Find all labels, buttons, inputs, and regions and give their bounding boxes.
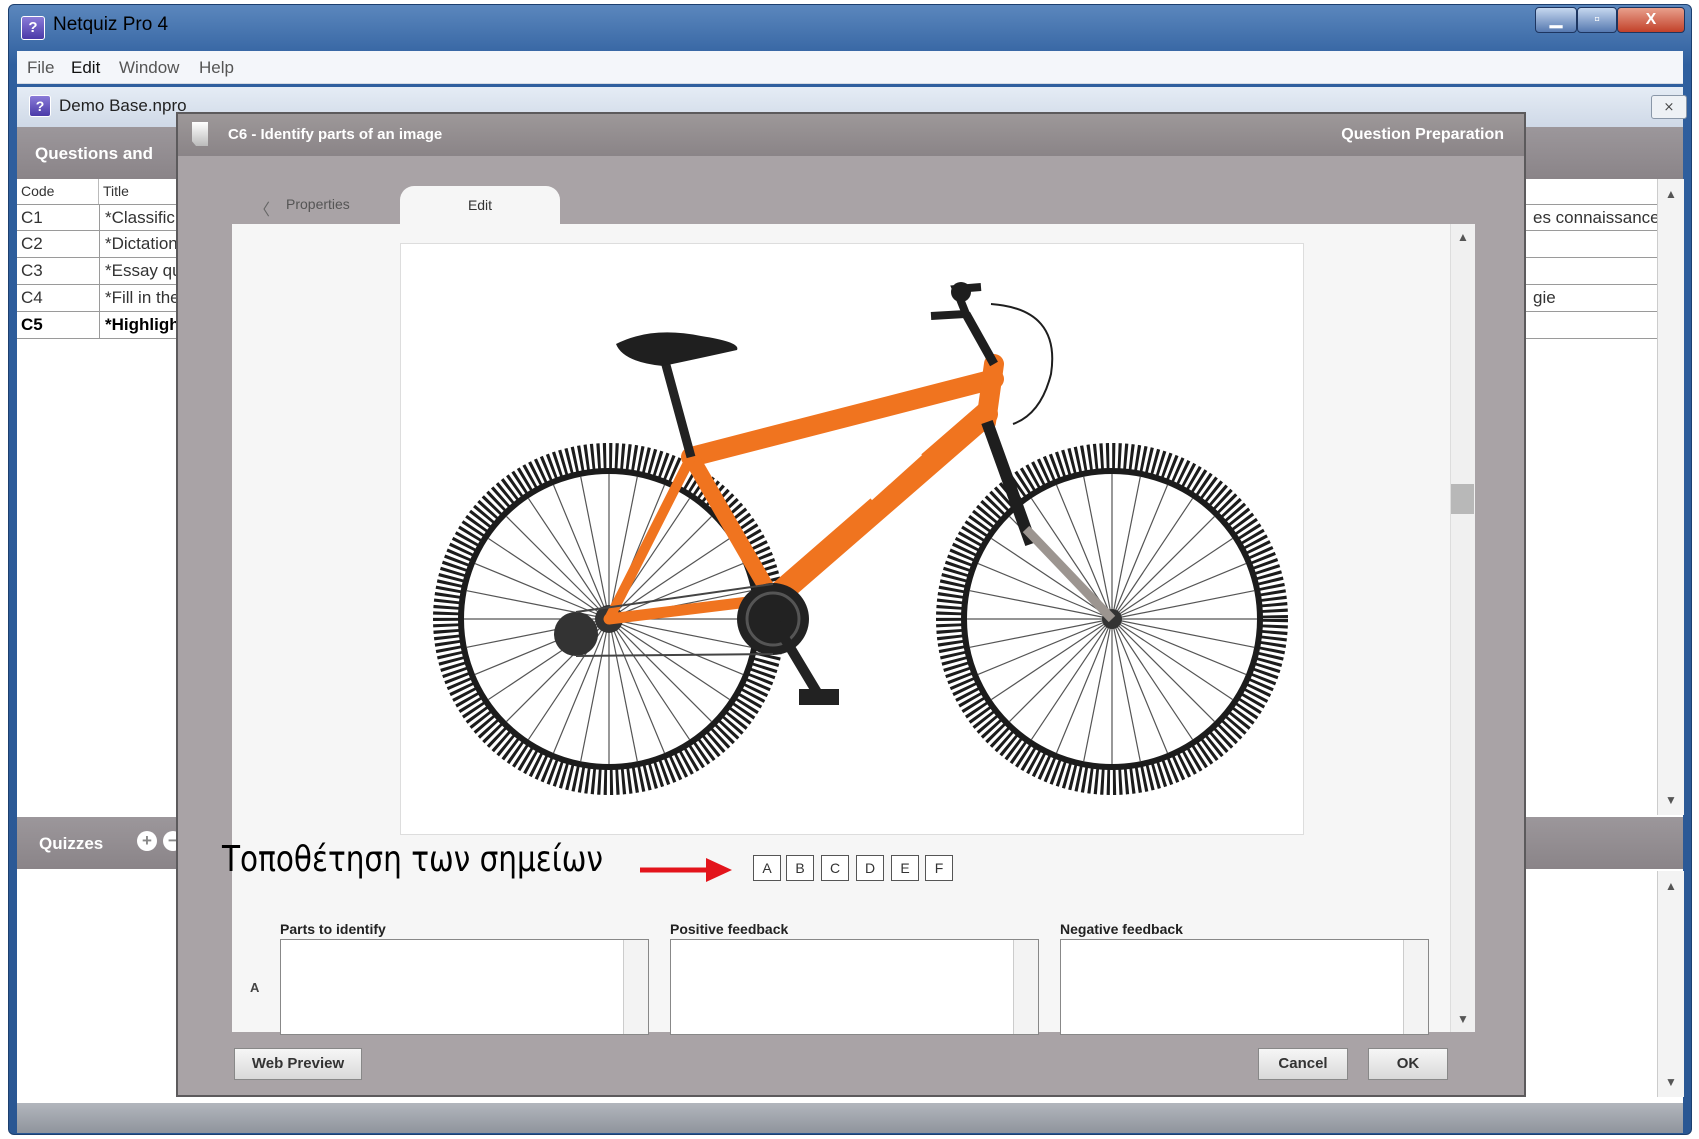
row-code: C4 [21, 288, 43, 307]
marker-b-button[interactable]: B [786, 855, 814, 881]
quizzes-scrollbar[interactable]: ▲ ▼ [1657, 871, 1684, 1097]
document-icon: ? [29, 95, 51, 117]
marker-f-button[interactable]: F [925, 855, 953, 881]
marker-a-button[interactable]: A [753, 855, 781, 881]
document-title[interactable]: Demo Base.npro [59, 96, 187, 116]
close-window-button[interactable]: X [1617, 7, 1685, 33]
bicycle-image [433, 282, 1288, 795]
row-divider [99, 231, 100, 258]
cancel-button[interactable]: Cancel [1258, 1048, 1348, 1080]
marker-e-button[interactable]: E [891, 855, 919, 881]
status-bar [17, 1103, 1683, 1133]
edit-panel: Τοποθέτηση των σημείων A B C D E F Parts… [222, 224, 1475, 1035]
row-code: C1 [21, 208, 43, 227]
tab-back-icon[interactable]: 〈 [254, 196, 270, 220]
title-bar: ? Netquiz Pro 4 ▁ ▫ X [9, 5, 1691, 47]
marker-d-button[interactable]: D [856, 855, 884, 881]
scroll-down-icon[interactable]: ▼ [1658, 1075, 1684, 1089]
row-divider [99, 312, 100, 339]
negative-feedback-label: Negative feedback [1060, 921, 1183, 937]
row-letter: A [250, 980, 260, 995]
ok-button[interactable]: OK [1368, 1048, 1448, 1080]
row-code: C2 [21, 234, 43, 253]
row-title: *Fill in the [105, 288, 180, 307]
maximize-button[interactable]: ▫ [1577, 7, 1617, 33]
positive-feedback-input[interactable] [670, 939, 1039, 1035]
row-title: *Classific [105, 208, 175, 227]
row-title: *Dictation [105, 234, 178, 253]
field-scrollbar[interactable] [623, 940, 648, 1034]
parts-input[interactable] [280, 939, 649, 1035]
dialog-header: C6 - Identify parts of an image Question… [178, 114, 1524, 156]
scroll-thumb[interactable] [1451, 484, 1474, 514]
row-extra: es connaissance [1533, 208, 1660, 227]
field-scrollbar[interactable] [1013, 940, 1038, 1034]
parts-label: Parts to identify [280, 921, 386, 937]
app-icon: ? [21, 16, 45, 40]
web-preview-button[interactable]: Web Preview [234, 1048, 362, 1080]
red-arrow-icon [640, 858, 732, 882]
scroll-down-icon[interactable]: ▼ [1451, 1012, 1475, 1026]
question-image-frame[interactable] [400, 243, 1304, 835]
row-title: *Essay qu [105, 261, 182, 280]
menu-help[interactable]: Help [199, 58, 234, 78]
negative-feedback-input[interactable] [1060, 939, 1429, 1035]
document-icon [192, 122, 208, 146]
scroll-up-icon[interactable]: ▲ [1658, 879, 1684, 893]
tab-properties[interactable]: Properties [286, 196, 350, 212]
scroll-down-icon[interactable]: ▼ [1658, 793, 1684, 807]
positive-feedback-label: Positive feedback [670, 921, 789, 937]
row-divider [99, 285, 100, 312]
close-document-button[interactable]: ⨯ [1651, 95, 1687, 119]
dialog-title: C6 - Identify parts of an image [228, 126, 443, 143]
menu-bar: File Edit Window Help [17, 51, 1683, 84]
field-scrollbar[interactable] [1403, 940, 1428, 1034]
column-header-code[interactable]: Code [17, 179, 99, 204]
add-quiz-icon[interactable]: + [137, 831, 157, 851]
quizzes-panel-title: Quizzes [39, 834, 104, 853]
row-extra: gie [1533, 288, 1556, 307]
row-divider [99, 205, 100, 232]
annotation-text: Τοποθέτηση των σημείων [222, 839, 603, 880]
edit-panel-scrollbar[interactable]: ▲ ▼ [1450, 224, 1475, 1032]
menu-file[interactable]: File [27, 58, 54, 78]
dialog-context-label: Question Preparation [1341, 126, 1504, 143]
marker-c-button[interactable]: C [821, 855, 849, 881]
minimize-button[interactable]: ▁ [1535, 7, 1577, 33]
row-code: C5 [21, 315, 43, 334]
questions-scrollbar[interactable]: ▲ ▼ [1657, 179, 1684, 815]
row-code: C3 [21, 261, 43, 280]
question-preparation-dialog: C6 - Identify parts of an image Question… [176, 112, 1526, 1097]
window-title: Netquiz Pro 4 [53, 14, 169, 35]
row-title: *Highlight [105, 315, 186, 334]
questions-panel-title: Questions and [35, 144, 154, 163]
tab-edit[interactable]: Edit [400, 186, 560, 226]
menu-edit[interactable]: Edit [71, 58, 100, 78]
scroll-up-icon[interactable]: ▲ [1451, 230, 1475, 244]
menu-window[interactable]: Window [119, 58, 179, 78]
row-divider [99, 258, 100, 285]
scroll-up-icon[interactable]: ▲ [1658, 187, 1684, 201]
